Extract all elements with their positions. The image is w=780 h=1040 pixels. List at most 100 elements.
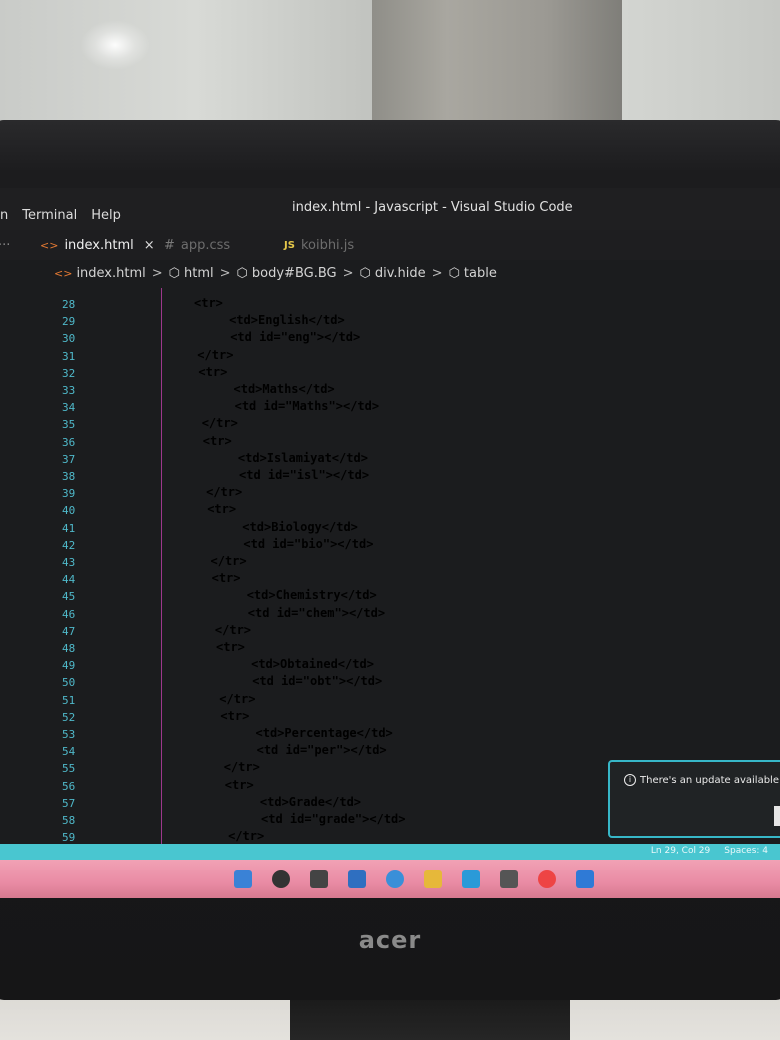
- code-line[interactable]: <tr>: [212, 571, 241, 585]
- line-number: 33: [62, 384, 76, 397]
- line-number: 41: [62, 521, 76, 535]
- line-number: 57: [62, 796, 76, 810]
- line-number: 43: [62, 556, 76, 569]
- line-number: 30: [62, 332, 76, 346]
- code-line[interactable]: <td>Biology</td>: [242, 520, 358, 534]
- notification-action-button[interactable]: [774, 806, 780, 826]
- menu-item-terminal[interactable]: Terminal: [22, 208, 77, 223]
- light-glare: [80, 20, 150, 70]
- line-number: 29: [62, 315, 76, 329]
- code-line[interactable]: <td>Percentage</td>: [256, 726, 393, 740]
- notification-text: There's an update available: [640, 774, 779, 786]
- monitor-brand: acer: [358, 926, 422, 954]
- code-line[interactable]: </tr>: [206, 485, 242, 499]
- code-line[interactable]: <td id="isl"></td>: [239, 468, 369, 482]
- code-line[interactable]: <tr>: [225, 778, 254, 792]
- chevron-right-icon: >: [151, 266, 163, 281]
- tab-app-css[interactable]: # app.css: [164, 238, 230, 253]
- line-number: 39: [62, 487, 76, 501]
- code-line[interactable]: </tr>: [219, 692, 255, 706]
- more-icon[interactable]: ···: [0, 238, 10, 253]
- code-line[interactable]: <td id="Maths"></td>: [235, 399, 380, 413]
- code-line[interactable]: </tr>: [197, 348, 233, 362]
- code-line[interactable]: <tr>: [203, 434, 232, 448]
- line-number: 50: [62, 676, 76, 690]
- indentation-setting[interactable]: Spaces: 4: [724, 846, 768, 856]
- editor-tabs: ··· <> index.html × # app.css JS koibhi.…: [0, 230, 780, 260]
- code-line[interactable]: <td>Maths</td>: [234, 382, 335, 396]
- code-line[interactable]: <td id="chem"></td>: [248, 606, 385, 620]
- tab-index-html[interactable]: <> index.html ×: [40, 238, 155, 253]
- code-line[interactable]: <td id="obt"></td>: [252, 674, 382, 688]
- tab-label: app.css: [180, 238, 231, 253]
- code-line[interactable]: <td>Islamiyat</td>: [238, 451, 368, 465]
- code-line[interactable]: <td>English</td>: [229, 313, 345, 327]
- code-line[interactable]: <td id="eng"></td>: [230, 330, 360, 344]
- chevron-right-icon: >: [219, 266, 231, 281]
- code-line[interactable]: </tr>: [224, 760, 260, 774]
- js-icon: JS: [284, 240, 295, 251]
- code-line[interactable]: <td id="bio"></td>: [243, 537, 373, 551]
- widgets-icon[interactable]: [348, 870, 366, 888]
- line-number: 40: [62, 504, 76, 518]
- code-line[interactable]: </tr>: [211, 554, 247, 568]
- code-line[interactable]: <td>Grade</td>: [260, 795, 361, 809]
- windows-taskbar: [0, 860, 780, 898]
- search-icon[interactable]: [272, 870, 290, 888]
- close-icon[interactable]: ×: [144, 238, 155, 253]
- code-line[interactable]: </tr>: [202, 416, 238, 430]
- window-title: index.html - Javascript - Visual Studio …: [292, 200, 573, 215]
- store-icon[interactable]: [500, 870, 518, 888]
- update-notification[interactable]: i There's an update available: [608, 760, 780, 838]
- breadcrumb-table[interactable]: table: [464, 266, 497, 281]
- line-number: 45: [62, 590, 76, 604]
- breadcrumb-file[interactable]: index.html: [76, 266, 145, 281]
- menu-item-help[interactable]: Help: [91, 208, 121, 223]
- code-line[interactable]: <td>Chemistry</td>: [247, 588, 377, 602]
- breadcrumb-div[interactable]: div.hide: [375, 266, 426, 281]
- line-number: 59: [62, 831, 76, 845]
- breadcrumb-html[interactable]: html: [184, 266, 214, 281]
- vscode-icon[interactable]: [576, 870, 594, 888]
- line-number: 53: [62, 728, 76, 741]
- code-line[interactable]: </tr>: [215, 623, 251, 637]
- tab-koibhi-js[interactable]: JS koibhi.js: [284, 238, 354, 253]
- windows-start-icon[interactable]: [234, 870, 252, 888]
- file-explorer-icon[interactable]: [424, 870, 442, 888]
- line-number: 35: [62, 418, 76, 432]
- cursor-position[interactable]: Ln 29, Col 29: [651, 846, 710, 856]
- line-number: 48: [62, 642, 76, 655]
- chrome-icon[interactable]: [538, 870, 556, 888]
- line-number: 37: [62, 452, 76, 466]
- code-line[interactable]: <td>Obtained</td>: [251, 657, 374, 671]
- task-view-icon[interactable]: [310, 870, 328, 888]
- cube-icon: ⬡: [448, 266, 460, 281]
- menu-item-partial[interactable]: n: [0, 208, 8, 223]
- indent-guide: [161, 288, 162, 844]
- line-number: 54: [62, 745, 76, 759]
- line-number: 49: [62, 659, 76, 673]
- code-line[interactable]: </tr>: [228, 829, 264, 843]
- chat-icon[interactable]: [386, 870, 404, 888]
- chevron-right-icon: >: [431, 266, 443, 281]
- edge-icon[interactable]: [462, 870, 480, 888]
- code-line[interactable]: <td id="grade"></td>: [261, 812, 406, 826]
- chevron-right-icon: >: [342, 266, 354, 281]
- line-number: 56: [62, 779, 76, 793]
- line-number: 58: [62, 814, 76, 827]
- line-number: 51: [62, 693, 76, 707]
- breadcrumb-body[interactable]: body#BG.BG: [252, 266, 337, 281]
- code-line[interactable]: <tr>: [220, 709, 249, 723]
- code-line[interactable]: <td id="per"></td>: [257, 743, 387, 757]
- code-line[interactable]: <tr>: [216, 640, 245, 654]
- line-number: 46: [62, 607, 76, 621]
- code-line[interactable]: <tr>: [207, 502, 236, 516]
- line-number: 36: [62, 435, 76, 449]
- html-icon: <>: [40, 239, 59, 252]
- breadcrumb: <> index.html > ⬡ html > ⬡ body#BG.BG > …: [0, 260, 780, 288]
- menu-bar: n Terminal Help: [0, 208, 121, 223]
- code-line[interactable]: <tr>: [198, 365, 227, 379]
- code-line[interactable]: <tr>: [194, 296, 223, 310]
- screen: n Terminal Help index.html - Javascript …: [0, 188, 780, 898]
- line-number: 44: [62, 573, 76, 587]
